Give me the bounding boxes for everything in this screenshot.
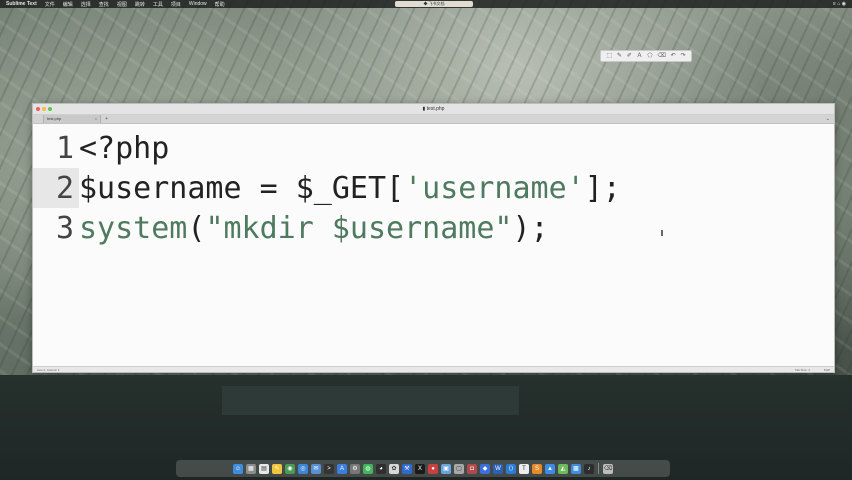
menu-item-selection[interactable]: 选择 [81,1,91,8]
line-number: 3 [55,210,74,246]
files-icon[interactable]: ▢ [454,463,464,474]
sublime-icon[interactable]: S [532,463,542,474]
overlay-panel [222,386,519,415]
photo-booth-icon[interactable]: ◘ [467,463,477,474]
code-text: ); [512,210,549,246]
editor-window: ▮ test.php test.php × + ⌄ 1 <?php 2 $use… [32,103,835,373]
select-icon[interactable]: ⬚ [606,53,612,59]
menu-item-view[interactable]: 视图 [117,1,127,8]
tab-label: test.php [47,116,62,121]
docker-icon[interactable]: ▩ [571,463,581,474]
code-text: $username = $_GET[ [79,170,405,206]
code-text: <?php [79,130,170,166]
mouse-cursor-icon [661,230,663,236]
menu-item-goto[interactable]: 跳转 [135,1,145,8]
x-icon[interactable]: X [415,463,425,474]
tab-menu-icon[interactable]: ⌄ [826,115,830,123]
tab-close-icon[interactable]: × [95,115,97,123]
feishu-icon[interactable]: ◆ [480,463,490,474]
menu-bar: Sublime Text 文件 编辑 选择 查找 视图 跳转 工具 项目 Win… [0,0,852,8]
code-line[interactable]: 2 $username = $_GET['username']; [33,168,834,208]
menu-item-project[interactable]: 项目 [171,1,181,8]
pen-icon[interactable]: ✎ [617,53,622,59]
code-line[interactable]: 3 system("mkdir $username"); [33,208,834,248]
menu-item-edit[interactable]: 编辑 [63,1,73,8]
status-bar: Line 2, Column 1 Tab Size: 4 PHP [33,366,834,372]
activity-icon[interactable]: ♪ [584,463,594,474]
shape-icon[interactable]: ⬠ [647,53,652,59]
word-icon[interactable]: W [493,463,503,474]
mail-icon[interactable]: ✉ [311,463,321,474]
qq-icon[interactable]: ◕ [376,463,386,474]
launchpad-icon[interactable]: ▦ [246,463,256,474]
code-line[interactable]: 1 <?php [33,128,834,168]
status-app-tab[interactable]: ◆ 飞书文档 [395,1,473,7]
undo-icon[interactable]: ↶ [671,53,676,59]
code-function: system [79,210,188,246]
eraser-icon[interactable]: ⌫ [657,53,665,59]
highlight-icon[interactable]: ✐ [627,53,632,59]
typora-icon[interactable]: T [519,463,529,474]
code-text: ( [187,210,206,246]
chrome-icon[interactable]: ◉ [285,463,295,474]
menu-item-file[interactable]: 文件 [45,1,55,8]
menu-app-name[interactable]: Sublime Text [6,1,37,7]
dock-separator [598,463,599,474]
maps-icon[interactable]: ◭ [558,463,568,474]
safari-icon[interactable]: ◎ [298,463,308,474]
settings-icon[interactable]: ⚙ [350,463,360,474]
photos-icon[interactable]: ✿ [389,463,399,474]
window-titlebar[interactable]: ▮ test.php [33,104,834,115]
tab-bar: test.php × + ⌄ [33,115,834,124]
keynote-icon[interactable]: ▲ [545,463,555,474]
annotation-toolbar: ⬚ ✎ ✐ Ａ ⬠ ⌫ ↶ ↷ [600,50,692,62]
status-tab-size[interactable]: Tab Size: 4 [795,368,810,372]
line-number: 1 [55,130,74,166]
status-syntax[interactable]: PHP [824,368,830,372]
wechat-icon[interactable]: ◍ [363,463,373,474]
terminal-icon[interactable]: > [324,463,334,474]
code-text: ]; [584,170,621,206]
dock: ☺ ▦ ▤ ✎ ◉ ◎ ✉ > A ⚙ ◍ ◕ ✿ ⚒ X ● ▣ ▢ ◘ ◆ W ⟨⟩ T S ▲ ◭ ▩ ♪ ⌫ [176,460,670,477]
notes-icon[interactable]: ✎ [272,463,282,474]
record-icon[interactable]: ● [428,463,438,474]
menu-item-help[interactable]: 帮助 [215,1,225,8]
menu-item-window[interactable]: Window [189,1,207,7]
menu-item-find[interactable]: 查找 [99,1,109,8]
window-title: ▮ test.php [422,106,445,112]
status-icons[interactable]: ≡ ⌂ ◉ [833,0,846,8]
finder-icon[interactable]: ☺ [233,463,243,474]
text-icon[interactable]: Ａ [637,53,643,59]
code-string: 'username' [404,170,585,206]
xcode-icon[interactable]: ⚒ [402,463,412,474]
code-string: "mkdir $username" [205,210,513,246]
redo-icon[interactable]: ↷ [680,53,685,59]
code-editor[interactable]: 1 <?php 2 $username = $_GET['username'];… [33,124,834,362]
vscode-icon[interactable]: ⟨⟩ [506,463,516,474]
line-number: 2 [33,168,79,208]
calendar-icon[interactable]: ▤ [259,463,269,474]
new-tab-button[interactable]: + [101,115,108,123]
tab-test-php[interactable]: test.php × [43,115,101,123]
preview-icon[interactable]: ▣ [441,463,451,474]
status-position[interactable]: Line 2, Column 1 [37,368,60,372]
menu-item-tools[interactable]: 工具 [153,1,163,8]
trash-icon[interactable]: ⌫ [603,463,613,474]
appstore-icon[interactable]: A [337,463,347,474]
